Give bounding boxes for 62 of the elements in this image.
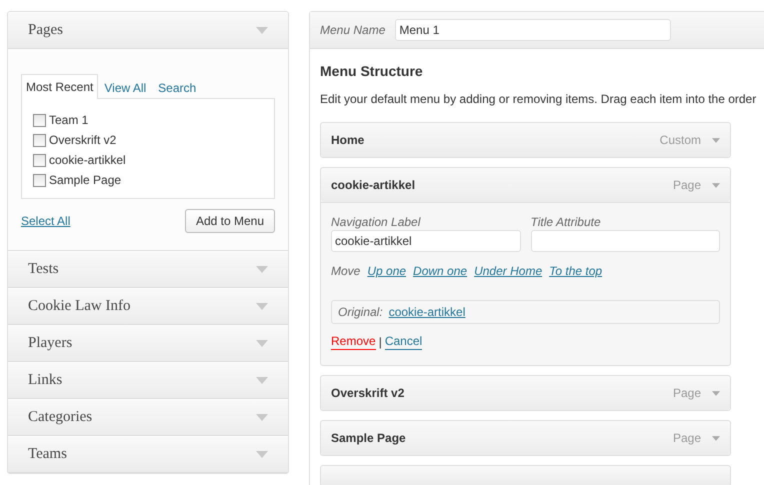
tab[interactable]: Most Recent [21,74,98,99]
tab[interactable]: View All [98,75,152,99]
checkbox-label: Overskrift v2 [49,133,116,147]
item-type: Page [672,431,701,445]
menu-item-title: Home [331,133,364,147]
section-header[interactable]: Cookie Law Info [8,288,288,325]
field-label: Navigation Label [331,215,422,229]
tab[interactable]: Search [152,75,202,99]
description: Edit your default menu by adding or removing items. Drag each item into the order [320,92,758,106]
dropdown-arrow-icon[interactable] [712,136,720,144]
section-title: Menu Structure [320,63,424,79]
dropdown-arrow-icon[interactable] [256,340,268,347]
menu-item-title: Sample Page [331,431,406,445]
dropdown-arrow-icon[interactable] [256,451,268,458]
checkbox-label: cookie-artikkel [49,153,126,167]
item-type: Custom [660,133,701,147]
original-label: Original: [338,305,383,319]
navigation-label-field[interactable]: cookie-artikkel [331,230,520,252]
menu-item[interactable]: Home Custom [320,122,731,158]
dropdown-arrow-icon[interactable] [256,414,268,421]
dropdown-arrow-icon[interactable] [712,434,720,442]
cancel-link[interactable]: Cancel [384,334,422,350]
section-header[interactable]: Teams [8,436,288,473]
dropdown-arrow-icon[interactable] [256,27,268,34]
section-header[interactable]: Tests [8,251,288,288]
separator: | [378,335,382,349]
checkbox-label: Team 1 [49,113,88,127]
add-to-menu-button[interactable]: Add to Menu [184,209,275,233]
dropdown-arrow-icon[interactable] [712,182,720,188]
item-type: Page [672,178,701,192]
checkbox[interactable] [33,114,46,126]
checkbox-label: Sample Page [49,173,122,187]
section-header[interactable]: Players [8,325,288,362]
move-link[interactable]: Down one [413,264,468,278]
move-link[interactable]: To the top [549,264,602,278]
dropdown-arrow-icon[interactable] [256,266,268,273]
section-header[interactable]: Links [8,362,288,399]
menu-item-title: cookie-artikkel [331,178,416,192]
field-label: Title Attribute [530,215,602,229]
original-link[interactable]: cookie-artikkel [388,305,466,319]
dropdown-arrow-icon[interactable] [712,390,720,396]
checkbox[interactable] [33,134,46,146]
menu-item-card[interactable] [320,465,731,485]
section-header[interactable]: Categories [8,399,288,436]
move-link[interactable]: Up one [367,264,406,278]
menu-item-title: Overskrift v2 [331,386,404,400]
title-attribute-field[interactable] [530,230,720,252]
remove-link[interactable]: Remove [331,334,376,350]
menu-item[interactable]: cookie-artikkel Page Navigation Label cookie-artikkel Title Attribute Move Up one Down one Under Home To the top Original: cookie-artikkel Remove | Cancel [320,167,731,366]
select-all-link[interactable]: Select All [21,214,70,228]
move-label: Move [331,264,360,278]
menu-name-field[interactable]: Menu 1 [395,19,672,41]
move-link[interactable]: Under Home [474,264,542,278]
menu-item[interactable]: Overskrift v2 Page [320,375,731,411]
dropdown-arrow-icon[interactable] [256,303,268,310]
dropdown-arrow-icon[interactable] [256,377,268,384]
section-header[interactable]: Pages [8,12,288,49]
menu-name-label: Menu Name [320,23,386,37]
item-type: Page [672,386,701,400]
checkbox[interactable] [33,154,46,166]
checkbox[interactable] [33,174,46,186]
menu-item[interactable]: Sample Page Page [320,420,731,456]
